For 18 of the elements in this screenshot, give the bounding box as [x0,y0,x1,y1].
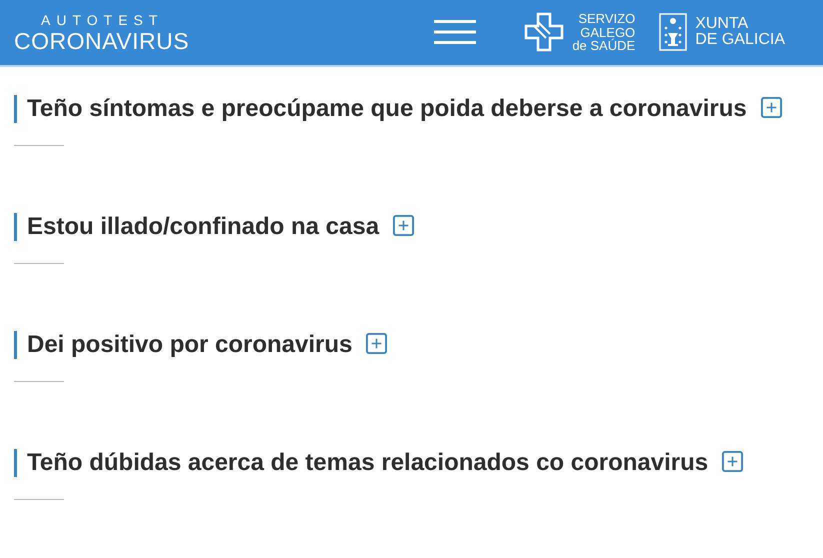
section-heading[interactable]: Dei positivo por coronavirus [27,331,352,358]
expand-icon[interactable] [722,451,744,472]
menu-icon[interactable] [434,20,476,44]
logo-title: CORONAVIRUS [14,30,190,52]
expand-icon[interactable] [393,215,414,236]
brand-text: XUNTA [695,16,748,32]
brand-text: SERVIZO [578,12,636,26]
logo-subtitle: AUTOTEST [40,12,164,26]
coat-of-arms-icon [659,13,688,52]
brand-text: DE GALICIA [695,32,785,48]
expand-icon[interactable] [366,333,388,354]
section-heading[interactable]: Teño dúbidas acerca de temas relacionados co coronavirus [27,449,708,476]
section-heading[interactable]: Teño síntomas e preocúpame que poida deberse a coronavirus [27,95,747,122]
brand-text: de SAÚDE [572,39,636,53]
section-heading[interactable]: Estou illado/confinado na casa [27,213,380,240]
expand-icon[interactable] [760,97,782,118]
cross-icon [524,12,564,52]
brand-text: GALEGO [580,26,636,40]
